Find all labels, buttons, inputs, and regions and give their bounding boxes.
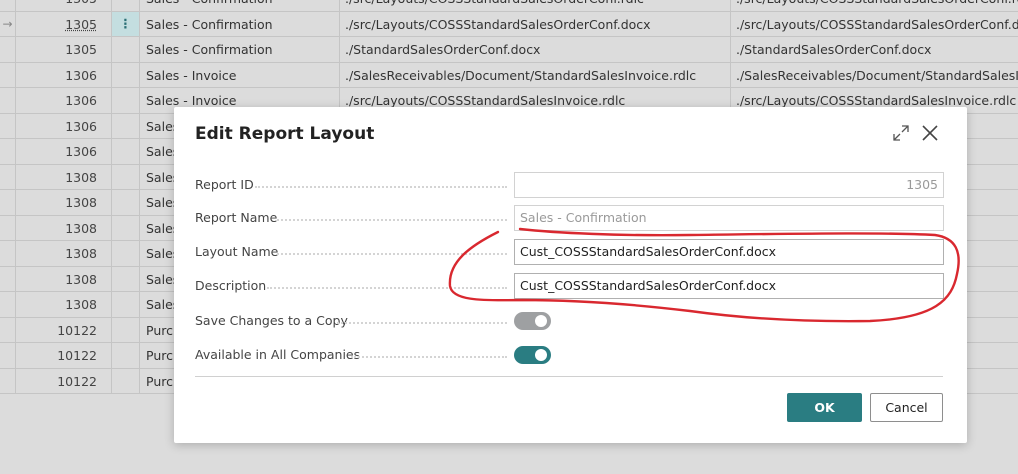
row-actions-cell[interactable] [112,113,140,138]
row-indicator [0,88,16,113]
report-id-cell[interactable]: 1308 [16,266,112,291]
layout-file-cell: ./src/Layouts/COSSStandardSalesOrderConf… [340,0,731,11]
report-id-cell[interactable]: 1308 [16,190,112,215]
report-id-cell[interactable]: 10122 [16,343,112,368]
row-actions-cell[interactable] [112,62,140,87]
arrow-right-icon: → [0,11,16,36]
row-actions-cell[interactable] [112,292,140,317]
dialog-title: Edit Report Layout [195,124,375,144]
row-indicator [0,215,16,240]
report-id-cell[interactable]: 1306 [16,113,112,138]
report-id-cell[interactable]: 10122 [16,368,112,393]
report-id-row: Report ID 1305 [195,172,945,198]
row-actions-cell[interactable] [112,0,140,11]
toggle-knob [535,315,547,327]
layout-file-cell: ./StandardSalesOrderConf.docx [340,37,731,62]
description-field[interactable]: Cust_COSSStandardSalesOrderConf.docx [514,273,944,299]
layout-file-cell: ./SalesReceivables/Document/StandardSale… [340,62,731,87]
save-copy-label: Save Changes to a Copy [195,313,348,328]
dotted-leader [351,356,507,358]
layout-file-cell: ./src/Layouts/COSSStandardSalesOrderConf… [340,11,731,36]
ok-button[interactable]: OK [787,393,862,422]
all-companies-label: Available in All Companies [195,347,361,362]
table-row[interactable]: → 1305 ⋮ Sales - Confirmation ./src/Layouts/… [0,11,1018,37]
report-id-cell[interactable]: 1305 [16,37,112,62]
report-id-cell[interactable]: 1308 [16,164,112,189]
row-indicator [0,139,16,164]
row-indicator [0,164,16,189]
cancel-button[interactable]: Cancel [870,393,943,422]
report-name-cell: Sales - Confirmation [140,11,340,36]
layout-name-label: Layout Name [195,244,279,259]
report-id-label: Report ID [195,177,254,192]
layout-path-cell: ./SalesReceivables/Document/StandardSale… [736,67,1018,83]
report-id-cell[interactable]: 10122 [16,317,112,342]
row-indicator [0,241,16,266]
report-id-cell[interactable]: 1306 [16,139,112,164]
edit-report-layout-dialog: Edit Report Layout Report ID 1305 Report… [174,107,967,443]
row-indicator [0,190,16,215]
dotted-leader [277,219,507,221]
report-name-field: Sales - Confirmation [514,205,944,231]
row-actions-cell[interactable] [112,164,140,189]
report-id-cell[interactable]: 1306 [16,88,112,113]
row-indicator [0,62,16,87]
expand-icon[interactable] [891,123,911,143]
report-id-cell[interactable]: 1306 [16,62,112,87]
dotted-leader [255,186,507,188]
layout-name-row: Layout Name Cust_COSSStandardSalesOrderC… [195,239,945,265]
row-indicator [0,266,16,291]
more-vertical-icon[interactable]: ⋮ [112,11,140,36]
report-id-cell[interactable]: 1305 [16,0,112,11]
row-indicator [0,343,16,368]
row-actions-cell[interactable] [112,190,140,215]
table-row[interactable]: 1306 Sales - Invoice ./SalesReceivables/Do… [0,62,1018,88]
description-label: Description [195,278,267,293]
description-row: Description Cust_COSSStandardSalesOrderC… [195,273,945,299]
toggle-knob [535,349,547,361]
layout-name-field[interactable]: Cust_COSSStandardSalesOrderConf.docx [514,239,944,265]
report-name-cell: Sales - Invoice [140,62,340,87]
layout-path-cell: ./src/Layouts/COSSStandardSalesOrderConf… [731,0,1018,11]
report-id-field: 1305 [514,172,944,198]
report-id-cell[interactable]: 1308 [16,292,112,317]
row-actions-cell[interactable] [112,88,140,113]
report-name-cell: Sales - Confirmation [140,0,340,11]
save-copy-toggle[interactable] [514,312,551,330]
layout-path-cell: ./src/Layouts/COSSStandardSalesOrderConf… [736,16,1018,32]
table-row[interactable]: 1305Sales - Confirmation./src/Layouts/CO… [0,0,1018,12]
row-indicator [0,37,16,62]
report-id-cell[interactable]: 1308 [16,215,112,240]
row-indicator [0,113,16,138]
close-icon[interactable] [919,122,941,144]
row-indicator [0,317,16,342]
row-actions-cell[interactable] [112,317,140,342]
table-row[interactable]: 1305 Sales - Confirmation ./StandardSalesO… [0,37,1018,63]
row-indicator [0,0,16,11]
row-actions-cell[interactable] [112,266,140,291]
report-id-cell[interactable]: 1308 [16,241,112,266]
row-actions-cell[interactable] [112,215,140,240]
dotted-leader [277,253,507,255]
report-id-cell[interactable]: 1305 [16,11,112,36]
all-companies-row: Available in All Companies [195,342,945,368]
row-actions-cell[interactable] [112,37,140,62]
report-name-cell: Sales - Confirmation [140,37,340,62]
save-copy-row: Save Changes to a Copy [195,308,945,334]
row-actions-cell[interactable] [112,139,140,164]
report-name-label: Report Name [195,210,278,225]
dialog-divider [195,376,943,377]
dotted-leader [337,322,507,324]
layout-path-cell: ./StandardSalesOrderConf.docx [736,42,932,57]
dotted-leader [267,287,507,289]
row-indicator [0,292,16,317]
row-actions-cell[interactable] [112,343,140,368]
row-indicator [0,368,16,393]
row-actions-cell[interactable] [112,241,140,266]
all-companies-toggle[interactable] [514,346,551,364]
row-actions-cell[interactable] [112,368,140,393]
report-name-row: Report Name Sales - Confirmation [195,205,945,231]
